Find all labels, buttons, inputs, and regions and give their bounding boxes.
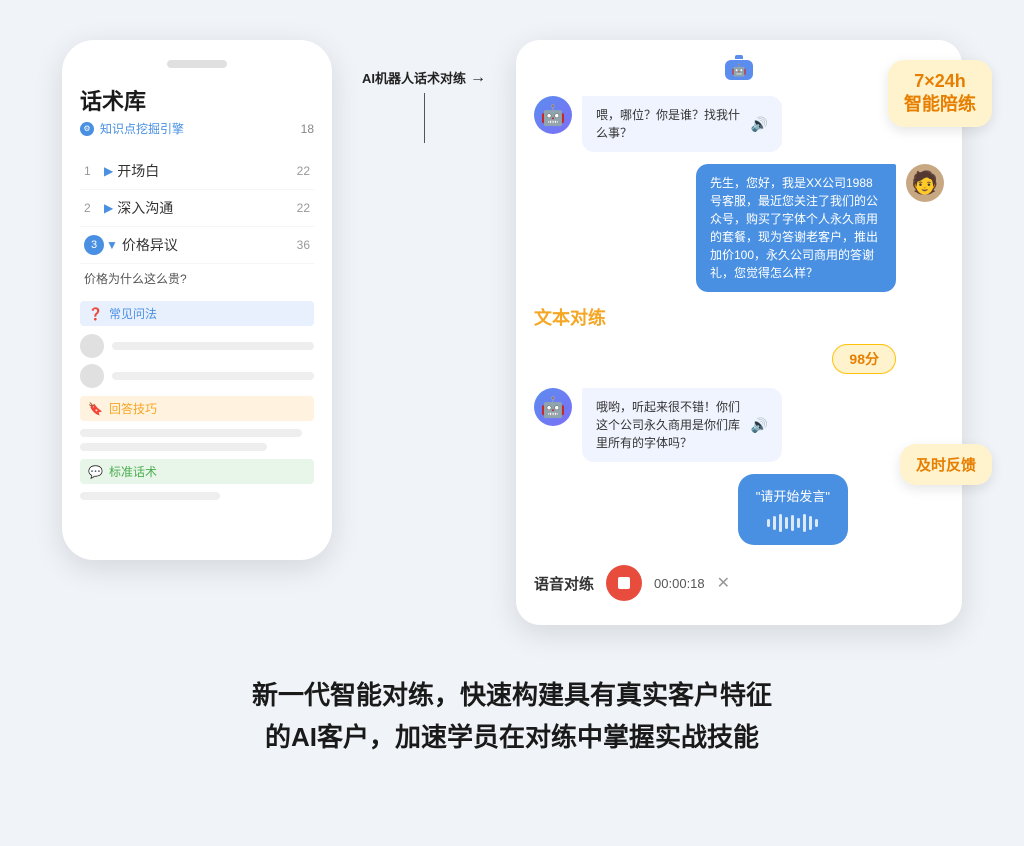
person-avatar-2	[80, 364, 104, 388]
bot-bubble-1-inner: 喂，哪位？你是谁？找我什么事？ 🔊	[596, 106, 768, 142]
voice-bubble: "请开始发言"	[738, 474, 848, 545]
badge-feedback: 及时反馈	[900, 444, 992, 485]
close-button[interactable]: ✕	[717, 573, 730, 593]
text-practice-label: 文本对练	[534, 304, 944, 330]
arrow-label: AI机器人话术对练	[362, 68, 466, 87]
tips-placeholder-lines	[80, 429, 314, 451]
record-button[interactable]	[606, 565, 642, 601]
arrow-connector: AI机器人话术对练 →	[362, 40, 486, 143]
badge-24h-text: 7×24h智能陪练	[904, 70, 976, 117]
menu-item-2[interactable]: 2 ▶ 深入沟通 22	[80, 190, 314, 227]
wave-7	[803, 514, 806, 532]
bot-icon-2: 🤖	[541, 395, 566, 420]
phone-notch	[167, 60, 227, 68]
bot-message-2-text: 哦哟，听起来很不错！你们这个公司永久商用是你们库里所有的字体吗？	[596, 398, 745, 452]
standard-icon: 💬	[88, 465, 103, 479]
robot-face-icon: 🤖	[732, 63, 747, 77]
text-practice-text: 文本对练	[534, 308, 606, 328]
voice-controls: 语音对练 00:00:18 ✕	[534, 555, 944, 605]
phone-title: 话术库	[80, 84, 314, 116]
standard-placeholder-lines	[80, 492, 314, 500]
tips-line-2	[80, 443, 267, 451]
wave-6	[797, 518, 800, 528]
phone-subtitle: ⚙ 知识点挖掘引擎 18	[80, 120, 314, 137]
tips-line-1	[80, 429, 302, 437]
menu-label-3: 价格异议	[122, 235, 297, 255]
bot-avatar-1: 🤖	[534, 96, 572, 134]
score-row: 98分	[534, 336, 944, 382]
bot-bubble-2-inner: 哦哟，听起来很不错！你们这个公司永久商用是你们库里所有的字体吗？ 🔊	[596, 398, 768, 452]
bot-avatar-2: 🤖	[534, 388, 572, 426]
menu-item-1[interactable]: 1 ▶ 开场白 22	[80, 153, 314, 190]
score-badge: 98分	[832, 344, 896, 374]
record-stop-icon	[618, 577, 630, 589]
left-phone-mockup: 话术库 ⚙ 知识点挖掘引擎 18 1 ▶ 开场白 22 2 ▶ 深入沟通 22 …	[62, 40, 332, 560]
person-avatar-1	[80, 334, 104, 358]
menu-active-dot: 3	[84, 235, 104, 255]
bot-message-1-row: 🤖 喂，哪位？你是谁？找我什么事？ 🔊	[534, 96, 944, 152]
subtitle-icon: ⚙	[80, 122, 94, 136]
bottom-text-block: 新一代智能对练，快速构建具有真实客户特征 的AI客户，加速学员在对练中掌握实战技…	[252, 675, 772, 758]
menu-arrow-2: ▶	[104, 201, 113, 215]
bottom-line-1: 新一代智能对练，快速构建具有真实客户特征	[252, 675, 772, 717]
menu-arrow-3: ▼	[106, 238, 118, 252]
menu-count-3: 36	[297, 238, 310, 252]
chat-header: 🤖	[534, 60, 944, 80]
bot-bubble-2: 哦哟，听起来很不错！你们这个公司永久商用是你们库里所有的字体吗？ 🔊	[582, 388, 782, 462]
section-faq-tag: ❓ 常见问法	[80, 301, 314, 326]
bot-message-2-row: 🤖 哦哟，听起来很不错！你们这个公司永久商用是你们库里所有的字体吗？ 🔊	[534, 388, 944, 462]
voice-waves	[756, 513, 830, 533]
voice-label: 语音对练	[534, 573, 594, 594]
faq-person-row-1	[80, 334, 314, 358]
tips-icon: 🔖	[88, 402, 103, 416]
wave-3	[779, 514, 782, 532]
tips-label: 回答技巧	[109, 400, 157, 417]
user-bubble-1: 先生，您好，我是XX公司1988号客服，最近您关注了我们的公众号，购买了字体个人…	[696, 164, 896, 292]
voice-bubble-container: "请开始发言"	[534, 474, 896, 545]
user-message-1-text: 先生，您好，我是XX公司1988号客服，最近您关注了我们的公众号，购买了字体个人…	[710, 176, 878, 280]
bot-icon-1: 🤖	[541, 103, 566, 128]
user-avatar-1: 🧑	[906, 164, 944, 202]
bottom-line-2: 的AI客户，加速学员在对练中掌握实战技能	[252, 717, 772, 759]
wave-2	[773, 516, 776, 530]
person-line-2	[112, 372, 314, 380]
menu-count-2: 22	[297, 201, 310, 215]
faq-label: 常见问法	[109, 305, 157, 322]
wave-5	[791, 515, 794, 531]
bot-message-1-text: 喂，哪位？你是谁？找我什么事？	[596, 106, 745, 142]
person-line-1	[112, 342, 314, 350]
sub-question: 价格为什么这么贵?	[80, 264, 314, 293]
sound-icon-1: 🔊	[751, 114, 768, 135]
standard-line-1	[80, 492, 220, 500]
faq-icon: ❓	[88, 307, 103, 321]
subtitle-count: 18	[301, 122, 314, 136]
wave-4	[785, 517, 788, 529]
menu-num-1: 1	[84, 164, 104, 178]
timer: 00:00:18	[654, 576, 705, 591]
faq-person-row-2	[80, 364, 314, 388]
menu-arrow-1: ▶	[104, 164, 113, 178]
section-standard-tag: 💬 标准话术	[80, 459, 314, 484]
voice-text: "请开始发言"	[756, 486, 830, 505]
wave-8	[809, 516, 812, 530]
bot-bubble-1: 喂，哪位？你是谁？找我什么事？ 🔊	[582, 96, 782, 152]
wave-9	[815, 519, 818, 527]
standard-label: 标准话术	[109, 463, 157, 480]
menu-label-2: 深入沟通	[117, 198, 296, 218]
menu-num-2: 2	[84, 201, 104, 215]
badge-24h: 7×24h智能陪练	[888, 60, 992, 127]
menu-count-1: 22	[297, 164, 310, 178]
faq-placeholder-lines	[80, 334, 314, 388]
badge-feedback-text: 及时反馈	[916, 457, 976, 474]
user-avatar-icon: 🧑	[911, 170, 938, 196]
menu-label-1: 开场白	[117, 161, 296, 181]
section-tips-tag: 🔖 回答技巧	[80, 396, 314, 421]
right-chat-mockup: 7×24h智能陪练 🤖 🤖 喂，哪位？你是谁？找我什么事？ 🔊	[516, 40, 962, 625]
menu-item-3[interactable]: 3 ▼ 价格异议 36	[80, 227, 314, 264]
arrow-right-icon: →	[470, 69, 486, 87]
user-message-1-row: 🧑 先生，您好，我是XX公司1988号客服，最近您关注了我们的公众号，购买了字体…	[534, 164, 944, 292]
wave-1	[767, 519, 770, 527]
sound-icon-2: 🔊	[751, 415, 768, 436]
subtitle-text: 知识点挖掘引擎	[100, 120, 184, 137]
